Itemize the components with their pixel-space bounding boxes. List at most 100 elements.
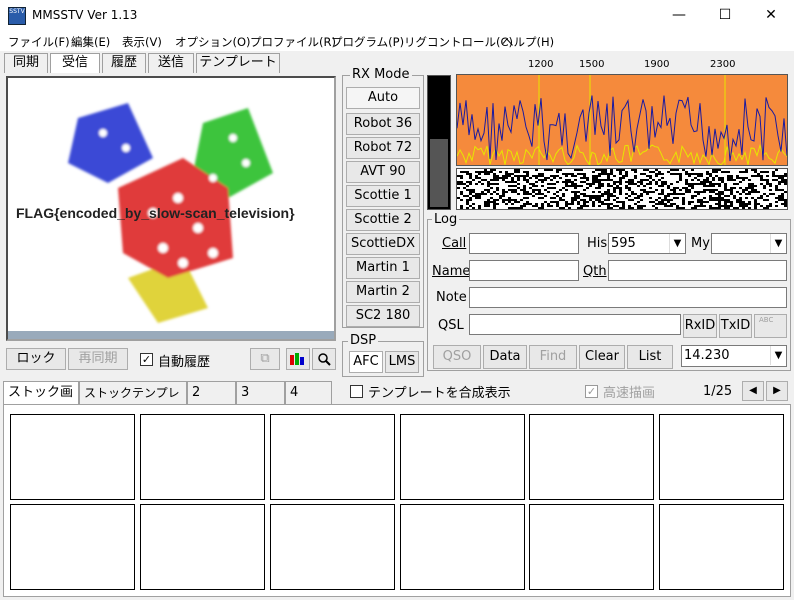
frequency-select[interactable]: 14.230 ▼ bbox=[681, 345, 787, 367]
name-field[interactable] bbox=[469, 260, 579, 281]
name-label: Name bbox=[432, 264, 471, 279]
tab-stock-4[interactable]: 4 bbox=[285, 381, 332, 405]
list-button[interactable]: List bbox=[627, 345, 673, 369]
minimize-button[interactable]: — bbox=[656, 0, 702, 31]
fast-draw-label: 高速描画 bbox=[603, 386, 656, 401]
stock-thumb[interactable] bbox=[400, 414, 525, 500]
maximize-button[interactable]: ☐ bbox=[702, 0, 748, 31]
dice-image: FLAG{encoded_by_slow-scan_television} bbox=[8, 103, 334, 339]
menu-bar: ファイル(F) 編集(E) 表示(V) オプション(O) プロファイル(R) プ… bbox=[0, 31, 794, 51]
afc-button[interactable]: AFC bbox=[349, 351, 383, 373]
stock-thumb[interactable] bbox=[529, 504, 654, 590]
freq-label-1900: 1900 bbox=[644, 59, 670, 70]
prev-page-button[interactable]: ◀ bbox=[742, 381, 764, 401]
menu-help[interactable]: ヘルプ(H) bbox=[502, 34, 554, 50]
menu-profile[interactable]: プロファイル(R) bbox=[250, 34, 336, 50]
qth-label: Qth bbox=[583, 264, 607, 279]
his-label: His bbox=[587, 236, 608, 251]
chevron-down-icon[interactable]: ▼ bbox=[770, 346, 786, 365]
my-label: My bbox=[691, 236, 710, 251]
qsl-field[interactable] bbox=[469, 314, 681, 335]
image-flag-text: FLAG{encoded_by_slow-scan_television} bbox=[16, 205, 295, 221]
level-meter bbox=[427, 75, 451, 210]
magnifier-icon[interactable] bbox=[312, 348, 336, 370]
freq-label-1500: 1500 bbox=[579, 59, 605, 70]
template-compose-checkbox[interactable] bbox=[350, 385, 363, 398]
my-select[interactable]: ▼ bbox=[711, 233, 787, 254]
chevron-down-icon[interactable]: ▼ bbox=[770, 234, 786, 253]
rxid-button[interactable]: RxID bbox=[683, 314, 717, 338]
freq-label-2300: 2300 bbox=[710, 59, 736, 70]
menu-program[interactable]: プログラム(P) bbox=[331, 34, 404, 50]
chevron-down-icon[interactable]: ▼ bbox=[669, 234, 685, 253]
find-button[interactable]: Find bbox=[529, 345, 577, 369]
qth-field[interactable] bbox=[608, 260, 787, 281]
auto-history-checkbox[interactable]: ✓ bbox=[140, 353, 153, 366]
mode-scottie1-button[interactable]: Scottie 1 bbox=[346, 185, 420, 207]
stock-thumb[interactable] bbox=[659, 504, 784, 590]
tab-stock-images[interactable]: ストック画像 bbox=[3, 381, 79, 422]
tab-stock-template-1[interactable]: ストックテンプレート 1 bbox=[79, 381, 187, 422]
tab-sync[interactable]: 同期 bbox=[4, 53, 48, 73]
stock-thumb[interactable] bbox=[140, 504, 265, 590]
stock-thumb[interactable] bbox=[270, 414, 395, 500]
page-indicator: 1/25 bbox=[703, 384, 733, 399]
mode-martin2-button[interactable]: Martin 2 bbox=[346, 281, 420, 303]
mode-martin1-button[interactable]: Martin 1 bbox=[346, 257, 420, 279]
log-title: Log bbox=[432, 212, 460, 227]
his-select[interactable]: 595 ▼ bbox=[608, 233, 686, 254]
mode-auto-button[interactable]: Auto bbox=[346, 87, 420, 109]
stock-thumb[interactable] bbox=[10, 504, 135, 590]
spectrum-display[interactable] bbox=[456, 74, 788, 166]
next-page-button[interactable]: ▶ bbox=[766, 381, 788, 401]
stock-thumb[interactable] bbox=[659, 414, 784, 500]
menu-view[interactable]: 表示(V) bbox=[122, 34, 162, 50]
mode-scottie2-button[interactable]: Scottie 2 bbox=[346, 209, 420, 231]
lms-button[interactable]: LMS bbox=[385, 351, 419, 373]
data-button[interactable]: Data bbox=[483, 345, 527, 369]
tab-history[interactable]: 履歴 bbox=[102, 53, 146, 73]
mode-robot72-button[interactable]: Robot 72 bbox=[346, 137, 420, 159]
tab-receive[interactable]: 受信 bbox=[50, 53, 100, 73]
menu-options[interactable]: オプション(O) bbox=[175, 34, 251, 50]
tab-send[interactable]: 送信 bbox=[148, 53, 194, 73]
qso-button[interactable]: QSO bbox=[433, 345, 481, 369]
resync-button[interactable]: 再同期 bbox=[68, 348, 128, 370]
txid-button[interactable]: TxID bbox=[719, 314, 752, 338]
color-bars-icon[interactable] bbox=[286, 348, 310, 370]
mode-robot36-button[interactable]: Robot 36 bbox=[346, 113, 420, 135]
stock-thumb[interactable] bbox=[529, 414, 654, 500]
close-button[interactable]: ✕ bbox=[748, 0, 794, 31]
copy-icon[interactable]: ⧉ bbox=[250, 348, 280, 370]
menu-file[interactable]: ファイル(F) bbox=[8, 34, 70, 50]
lock-button[interactable]: ロック bbox=[6, 348, 66, 370]
mode-avt90-button[interactable]: AVT 90 bbox=[346, 161, 420, 183]
qsl-label: QSL bbox=[438, 318, 464, 333]
received-image: FLAG{encoded_by_slow-scan_television} bbox=[6, 76, 336, 341]
call-field[interactable] bbox=[469, 233, 579, 254]
freq-label-1200: 1200 bbox=[528, 59, 554, 70]
title-bar: SSTV MMSSTV Ver 1.13 — ☐ ✕ bbox=[0, 0, 794, 31]
his-value: 595 bbox=[611, 236, 636, 251]
note-label: Note bbox=[436, 290, 467, 305]
menu-rig-control[interactable]: リグコントロール(C) bbox=[404, 34, 513, 50]
abc-button[interactable]: ABC bbox=[754, 314, 787, 338]
note-field[interactable] bbox=[469, 287, 787, 308]
tab-stock-3[interactable]: 3 bbox=[236, 381, 285, 405]
clear-button[interactable]: Clear bbox=[579, 345, 625, 369]
stock-thumb[interactable] bbox=[140, 414, 265, 500]
stock-thumb[interactable] bbox=[10, 414, 135, 500]
waterfall-display[interactable] bbox=[456, 168, 788, 210]
tab-template[interactable]: テンプレート bbox=[196, 53, 280, 73]
menu-edit[interactable]: 編集(E) bbox=[71, 34, 110, 50]
dsp-title: DSP bbox=[348, 333, 379, 348]
tab-stock-2[interactable]: 2 bbox=[187, 381, 236, 405]
auto-history-label: 自動履歴 bbox=[158, 355, 211, 370]
mode-sc2180-button[interactable]: SC2 180 bbox=[346, 305, 420, 327]
stock-thumb[interactable] bbox=[270, 504, 395, 590]
template-compose-label: テンプレートを合成表示 bbox=[368, 386, 511, 401]
rx-mode-title: RX Mode bbox=[350, 67, 412, 82]
fast-draw-checkbox[interactable]: ✓ bbox=[585, 385, 598, 398]
mode-scottiedx-button[interactable]: ScottieDX bbox=[346, 233, 420, 255]
stock-thumb[interactable] bbox=[400, 504, 525, 590]
